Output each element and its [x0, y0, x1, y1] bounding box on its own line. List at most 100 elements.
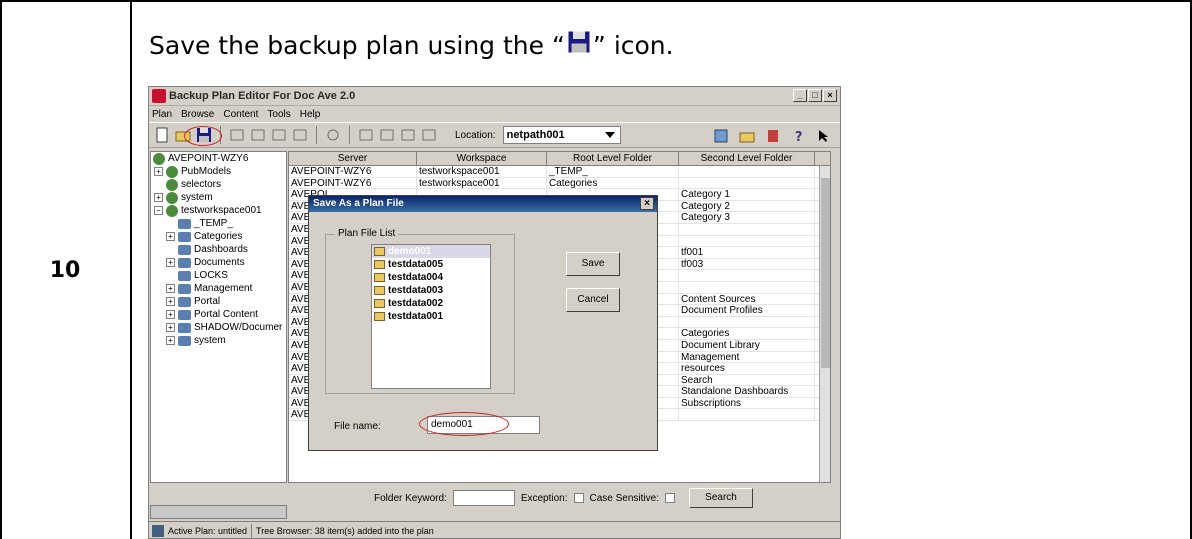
- tool-icon-5[interactable]: [324, 126, 342, 144]
- folder-icon: [374, 260, 385, 269]
- tool-icon-2[interactable]: [249, 126, 267, 144]
- expand-icon[interactable]: +: [166, 284, 175, 293]
- instruction-after: ” icon.: [592, 30, 674, 60]
- list-item[interactable]: testdata001: [372, 310, 490, 323]
- expand-icon[interactable]: +: [166, 323, 175, 332]
- tool-icon-7[interactable]: [378, 126, 396, 144]
- dialog-close-button[interactable]: ×: [640, 197, 654, 210]
- tree-item[interactable]: Dashboards: [151, 243, 286, 256]
- save-plan-dialog: Save As a Plan File × Plan File List dem…: [308, 195, 658, 451]
- expand-icon[interactable]: +: [166, 310, 175, 319]
- tree-item[interactable]: + system: [151, 334, 286, 347]
- new-plan-icon[interactable]: [153, 126, 171, 144]
- tree-browser: AVEPOINT-WZY6 + PubModels selectors + syst…: [150, 151, 287, 483]
- folder-keyword-input[interactable]: [452, 490, 515, 506]
- table-cell: [679, 223, 815, 235]
- cancel-button[interactable]: Cancel: [566, 288, 620, 312]
- floppy-disk-icon: [567, 30, 591, 54]
- folder-settings-icon[interactable]: [738, 127, 756, 145]
- tree-item[interactable]: + Management: [151, 282, 286, 295]
- tool-icon-4[interactable]: [291, 126, 309, 144]
- list-item[interactable]: testdata004: [372, 271, 490, 284]
- tree-item[interactable]: selectors: [151, 178, 286, 191]
- maximize-button[interactable]: □: [808, 89, 822, 102]
- column-header[interactable]: Server: [289, 152, 417, 165]
- help-icon[interactable]: ?: [790, 127, 808, 145]
- tree-item[interactable]: + Documents: [151, 256, 286, 269]
- table-cell: [679, 166, 815, 177]
- table-cell: Management: [679, 351, 815, 363]
- folder-icon: [178, 270, 191, 281]
- tool-icon-1[interactable]: [228, 126, 246, 144]
- table-row[interactable]: AVEPOINT-WZY6 testworkspace001 _TEMP_: [289, 166, 830, 178]
- plan-file-list-label: Plan File List: [335, 228, 399, 239]
- folder-icon: [374, 273, 385, 282]
- table-cell: Standalone Dashboards: [679, 386, 815, 397]
- context-help-icon[interactable]: [816, 127, 834, 145]
- tree-item[interactable]: + Portal Content: [151, 308, 286, 321]
- close-button[interactable]: ×: [823, 89, 837, 102]
- dialog-titlebar: Save As a Plan File ×: [309, 196, 657, 212]
- menu-tools[interactable]: Tools: [267, 109, 290, 120]
- tool-icon-6[interactable]: [357, 126, 375, 144]
- tool-icon-9[interactable]: [420, 126, 438, 144]
- column-header[interactable]: Second Level Folder: [679, 152, 815, 165]
- tree-item[interactable]: + Portal: [151, 295, 286, 308]
- tree-item[interactable]: − testworkspace001: [151, 204, 286, 217]
- table-cell: _TEMP_: [547, 166, 679, 177]
- tool-icon-8[interactable]: [399, 126, 417, 144]
- tree-item[interactable]: + SHADOW/Documer: [151, 321, 286, 334]
- list-item[interactable]: testdata005: [372, 258, 490, 271]
- table-row[interactable]: AVEPOINT-WZY6 testworkspace001 Categories: [289, 177, 830, 190]
- list-item[interactable]: testdata003: [372, 284, 490, 297]
- minimize-button[interactable]: _: [793, 89, 807, 102]
- menu-help[interactable]: Help: [300, 109, 321, 120]
- workspace-icon: [166, 204, 178, 217]
- schedule-icon[interactable]: [712, 127, 730, 145]
- folder-icon: [178, 257, 191, 268]
- location-select[interactable]: netpath001: [502, 126, 621, 144]
- tool-icon-3[interactable]: [270, 126, 288, 144]
- filename-highlight-ellipse: [419, 412, 509, 436]
- grid-vertical-scrollbar[interactable]: [819, 166, 830, 482]
- exception-checkbox[interactable]: [573, 493, 584, 503]
- tree-item[interactable]: AVEPOINT-WZY6: [151, 152, 286, 165]
- expand-icon[interactable]: +: [154, 167, 163, 176]
- menu-plan[interactable]: Plan: [152, 109, 172, 120]
- expand-icon[interactable]: +: [154, 193, 163, 202]
- tree-horizontal-scrollbar[interactable]: [150, 505, 287, 519]
- window-title: Backup Plan Editor For Doc Ave 2.0: [169, 90, 356, 102]
- plan-icon: [152, 524, 164, 537]
- tree-item[interactable]: + system: [151, 191, 286, 204]
- column-header[interactable]: Workspace: [417, 152, 547, 165]
- tree-item[interactable]: + PubModels: [151, 165, 286, 178]
- expand-icon[interactable]: +: [166, 258, 175, 267]
- collapse-icon[interactable]: −: [154, 206, 163, 215]
- table-cell: Category 1: [679, 189, 815, 200]
- case-sensitive-checkbox[interactable]: [665, 493, 675, 503]
- table-cell: Category 2: [679, 200, 815, 212]
- options-icon[interactable]: [764, 127, 782, 145]
- menu-browse[interactable]: Browse: [181, 109, 214, 120]
- menu-bar: Plan Browse Content Tools Help: [149, 106, 840, 122]
- toolbar-separator: [316, 126, 317, 144]
- column-header[interactable]: Root Level Folder: [547, 152, 679, 165]
- active-plan-status: Active Plan: untitled: [168, 525, 248, 536]
- list-item[interactable]: demo001: [372, 245, 490, 258]
- tree-item[interactable]: LOCKS: [151, 269, 286, 282]
- table-cell: Document Profiles: [679, 305, 815, 316]
- save-button[interactable]: Save: [566, 252, 620, 276]
- search-button[interactable]: Search: [689, 488, 753, 508]
- expand-icon[interactable]: +: [166, 297, 175, 306]
- expand-icon[interactable]: +: [166, 336, 175, 345]
- scroll-thumb[interactable]: [821, 178, 830, 368]
- tree-item[interactable]: _TEMP_: [151, 217, 286, 230]
- table-cell: AVEPOINT-WZY6: [289, 166, 417, 177]
- dialog-title: Save As a Plan File: [313, 198, 404, 209]
- table-cell: Categories: [679, 328, 815, 339]
- tree-item[interactable]: + Categories: [151, 230, 286, 243]
- list-item[interactable]: testdata002: [372, 297, 490, 310]
- menu-content[interactable]: Content: [223, 109, 258, 120]
- expand-icon[interactable]: +: [166, 232, 175, 241]
- table-cell: testworkspace001: [417, 166, 547, 177]
